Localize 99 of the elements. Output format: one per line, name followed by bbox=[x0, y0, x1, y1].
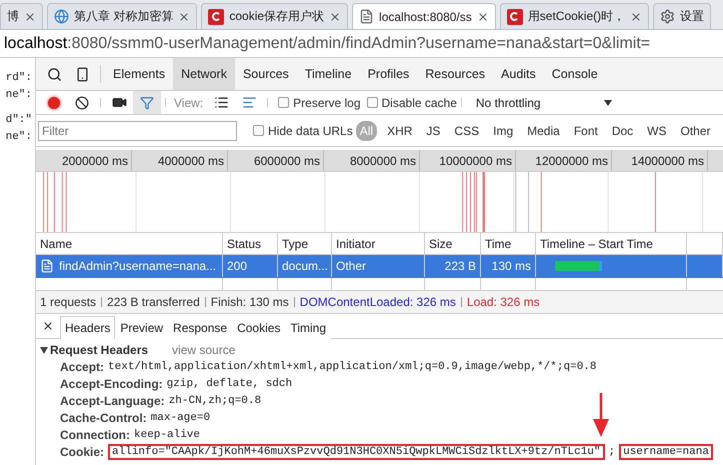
section-header[interactable]: Request Headers bbox=[40, 343, 148, 357]
highlighted-value: username=nana bbox=[619, 444, 713, 460]
summary-text: 223 B transferred bbox=[107, 295, 200, 309]
waterfall-icon[interactable] bbox=[242, 95, 257, 110]
summary-text: 1 requests bbox=[40, 295, 96, 309]
tick-label: 6000000 ms bbox=[228, 150, 324, 171]
page-text: ne": bbox=[4, 131, 33, 145]
header-value: gzip, deflate, sdch bbox=[166, 378, 292, 390]
arrow-icon bbox=[592, 393, 610, 437]
status-text: 200 bbox=[227, 259, 248, 273]
browser-tab[interactable]: localhost:8080/ss bbox=[352, 3, 496, 29]
close-icon[interactable] bbox=[476, 10, 489, 22]
browser-tab[interactable]: 博 bbox=[0, 3, 43, 29]
column-header[interactable]: Time bbox=[481, 233, 536, 254]
timing-bar bbox=[555, 261, 602, 271]
checkbox[interactable] bbox=[278, 97, 290, 108]
panel-tab[interactable]: Sources bbox=[234, 58, 297, 90]
view-label: View: bbox=[173, 94, 204, 112]
camera-icon[interactable] bbox=[112, 95, 126, 110]
initiator-text: Other bbox=[336, 259, 366, 273]
filter-field[interactable]: Filter bbox=[38, 120, 237, 140]
page-text: ne": bbox=[4, 89, 33, 103]
header-value: keep-alive bbox=[134, 428, 200, 440]
request-row[interactable]: findAdmin?username=nana... 200 docum... Other 223 B 130 ms bbox=[36, 255, 723, 278]
time-text: 130 ms bbox=[492, 259, 531, 273]
summary-text: Finish: 130 ms bbox=[210, 295, 289, 309]
document-icon bbox=[40, 259, 54, 273]
header-name: Cookie: bbox=[60, 444, 104, 458]
header-value: ; bbox=[608, 446, 616, 458]
tick-label: 4000000 ms bbox=[132, 150, 228, 171]
header-value: max-age=0 bbox=[150, 412, 210, 424]
search-icon[interactable] bbox=[46, 66, 62, 82]
page-text: d":" bbox=[4, 114, 33, 128]
globe-icon bbox=[54, 9, 69, 24]
type-text: docum... bbox=[282, 259, 328, 273]
panel-tab[interactable]: Network bbox=[173, 58, 235, 90]
header-value: zh-CN,zh;q=0.8 bbox=[168, 394, 262, 406]
column-header[interactable]: Timeline – Start Time bbox=[536, 233, 687, 254]
panel-tab[interactable]: Profiles bbox=[360, 58, 418, 90]
record-icon[interactable] bbox=[48, 96, 60, 108]
type-filter[interactable]: CSS bbox=[450, 120, 484, 140]
tick-label: 8000000 ms bbox=[324, 150, 420, 171]
panel-tab[interactable]: Elements bbox=[105, 58, 174, 90]
type-filter[interactable]: Media bbox=[523, 120, 564, 140]
header-name: Cache-Control: bbox=[60, 410, 147, 424]
column-header[interactable]: Size bbox=[425, 233, 481, 254]
header-name: Connection: bbox=[60, 428, 130, 442]
panel-tab[interactable]: Audits bbox=[493, 58, 544, 90]
checkbox[interactable] bbox=[253, 125, 264, 136]
summary-text: DOMContentLoaded: 326 ms bbox=[300, 295, 456, 309]
filter-toggle[interactable] bbox=[133, 91, 161, 114]
column-header[interactable]: Type bbox=[278, 233, 332, 254]
browser-tab[interactable]: 第八章 对称加密算 bbox=[47, 3, 198, 29]
detail-tab[interactable]: Headers bbox=[60, 316, 116, 339]
type-filter[interactable]: JS bbox=[422, 120, 444, 140]
checkbox[interactable] bbox=[366, 97, 378, 108]
type-filter[interactable]: Font bbox=[570, 120, 602, 140]
type-filter[interactable]: WS bbox=[643, 120, 671, 140]
checkbox-label: Preserve log bbox=[293, 94, 361, 112]
view-source-link[interactable]: view source bbox=[172, 343, 236, 357]
phone-icon[interactable] bbox=[74, 66, 90, 82]
panel-tab[interactable]: Timeline bbox=[296, 58, 360, 90]
type-filter[interactable]: Img bbox=[489, 120, 518, 140]
filter-icon bbox=[140, 96, 154, 110]
header-value: text/html,application/xhtml+xml,application/xml;q=0.9,image/webp,*/*;q=0.8 bbox=[108, 360, 596, 372]
header-name: Accept-Encoding: bbox=[60, 376, 163, 390]
browser-tab[interactable]: 用setCookie()时， bbox=[500, 3, 650, 29]
summary-text: Load: 326 ms bbox=[466, 295, 540, 309]
tick-label: 2000000 ms bbox=[36, 150, 132, 171]
column-header[interactable]: Initiator bbox=[332, 233, 425, 254]
caret-icon bbox=[604, 100, 612, 106]
checkbox-label: Disable cache bbox=[382, 94, 457, 112]
tick-label: 14000000 ms bbox=[612, 150, 708, 171]
settings-icon bbox=[660, 9, 676, 24]
type-filter[interactable]: Doc bbox=[608, 120, 638, 140]
browser-tab[interactable]: 设置 bbox=[653, 3, 712, 29]
highlighted-value: allinfo="CAApk/IjKohM+46muXsPzvvQd91N3HC0XN5iQwpkLMWCiSdzlktLX+9tz/nTLc1u" bbox=[108, 444, 604, 460]
size-text: 223 B bbox=[444, 259, 476, 273]
throttling-dropdown[interactable]: No throttling bbox=[466, 91, 616, 114]
request-name: findAdmin?username=nana... bbox=[59, 259, 216, 273]
page-text: rd": bbox=[4, 72, 33, 86]
logo-icon bbox=[208, 8, 224, 24]
column-header[interactable]: Status bbox=[223, 233, 278, 254]
column-header[interactable]: Name bbox=[36, 233, 223, 254]
clear-icon[interactable] bbox=[75, 96, 89, 110]
checkbox-label: Hide data URLs bbox=[268, 124, 353, 138]
tick-label: 12000000 ms bbox=[516, 150, 612, 171]
header-name: Accept-Language: bbox=[60, 394, 165, 408]
panel-tab[interactable]: Console bbox=[544, 58, 606, 90]
browser-tab[interactable]: cookie保存用户状 bbox=[201, 3, 348, 29]
type-filter[interactable]: Other bbox=[676, 120, 715, 140]
close-icon[interactable] bbox=[42, 320, 54, 332]
header-name: Accept: bbox=[60, 360, 104, 374]
type-filter[interactable]: XHR bbox=[383, 120, 416, 140]
tick-label: 10000000 ms bbox=[420, 150, 516, 171]
list-icon[interactable] bbox=[214, 95, 229, 110]
panel-tab[interactable]: Resources bbox=[417, 58, 494, 90]
logo-icon bbox=[506, 8, 523, 24]
page-icon bbox=[359, 9, 374, 24]
